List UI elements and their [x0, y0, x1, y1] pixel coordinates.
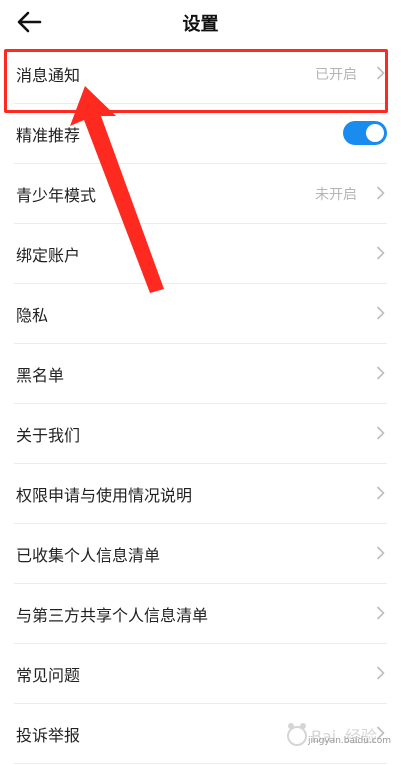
toggle-knob: [366, 124, 384, 142]
settings-item-blacklist[interactable]: 黑名单: [14, 344, 387, 404]
settings-item-label: 隐私: [16, 306, 49, 325]
settings-item-teen-mode[interactable]: 青少年模式 未开启: [14, 164, 387, 224]
settings-item-label: 绑定账户: [16, 246, 81, 265]
settings-item-label: 精准推荐: [16, 126, 81, 145]
recommendation-toggle[interactable]: [343, 121, 387, 145]
top-bar: 设置: [0, 0, 401, 44]
settings-item-faq[interactable]: 常见问题: [14, 644, 387, 704]
chevron-right-icon: [376, 546, 385, 560]
chevron-right-icon: [376, 186, 385, 200]
settings-item-permissions[interactable]: 权限申请与使用情况说明: [14, 464, 387, 524]
settings-item-status: 未开启: [315, 187, 357, 203]
settings-item-label: 与第三方共享个人信息清单: [16, 606, 209, 625]
chevron-right-icon: [376, 246, 385, 260]
chevron-right-icon: [376, 606, 385, 620]
settings-item-notifications[interactable]: 消息通知 已开启: [14, 44, 387, 104]
watermark-text: jingyan.baidu.com: [307, 736, 391, 746]
chevron-right-icon: [376, 486, 385, 500]
settings-item-recommendation: 精准推荐: [14, 104, 387, 164]
settings-item-label: 投诉举报: [16, 726, 81, 745]
settings-item-label: 常见问题: [16, 666, 81, 685]
chevron-right-icon: [376, 366, 385, 380]
settings-item-third-party-sharing[interactable]: 与第三方共享个人信息清单: [14, 584, 387, 644]
chevron-right-icon: [376, 666, 385, 680]
settings-item-label: 黑名单: [16, 366, 65, 385]
settings-item-label: 权限申请与使用情况说明: [16, 486, 193, 505]
settings-item-label: 关于我们: [16, 426, 81, 445]
chevron-right-icon: [376, 306, 385, 320]
settings-item-privacy[interactable]: 隐私: [14, 284, 387, 344]
chevron-right-icon: [376, 66, 385, 80]
settings-item-collected-info[interactable]: 已收集个人信息清单: [14, 524, 387, 584]
page-title: 设置: [182, 14, 219, 35]
settings-list: 消息通知 已开启 精准推荐 青少年模式 未开启 绑定账户 隐私 黑名单 关于我们…: [0, 44, 401, 764]
settings-item-label: 已收集个人信息清单: [16, 546, 161, 565]
settings-item-report[interactable]: 投诉举报: [14, 704, 387, 764]
chevron-right-icon: [376, 426, 385, 440]
settings-item-label: 消息通知: [16, 66, 81, 85]
settings-item-status: 已开启: [315, 67, 357, 83]
settings-item-bind-account[interactable]: 绑定账户: [14, 224, 387, 284]
settings-item-label: 青少年模式: [16, 186, 97, 205]
settings-item-about[interactable]: 关于我们: [14, 404, 387, 464]
